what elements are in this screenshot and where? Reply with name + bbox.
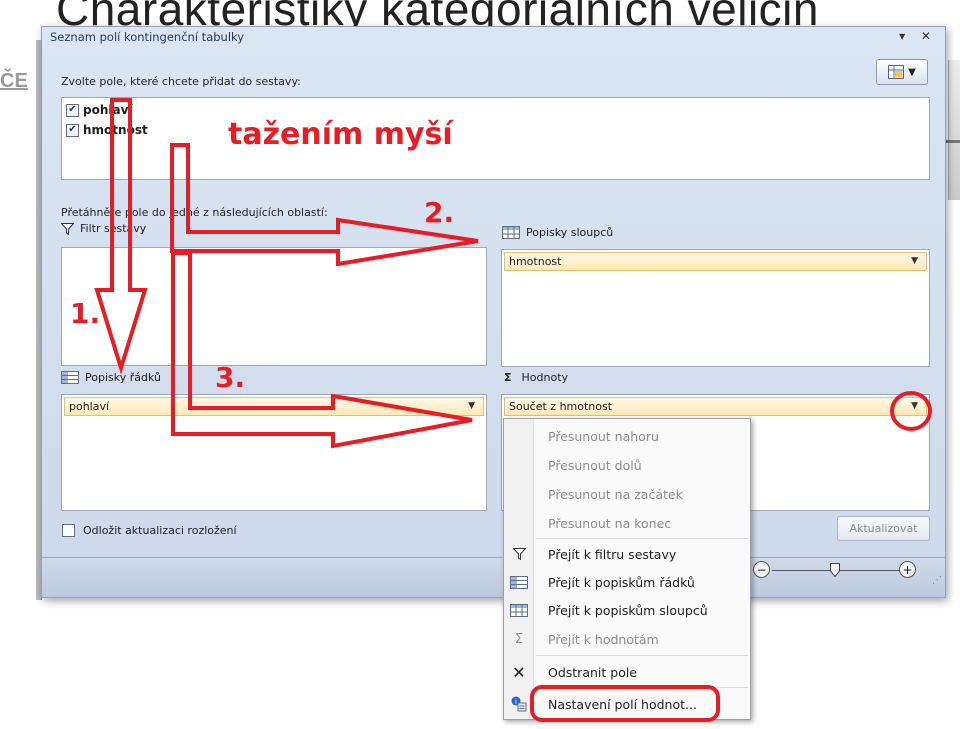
defer-layout-update[interactable]: Odložit aktualizaci rozložení — [62, 524, 237, 537]
background-window-divider — [946, 140, 960, 190]
values-field-pill[interactable]: Součet z hmotnost ▼ — [504, 397, 927, 416]
menu-item-move-up[interactable]: Přesunout nahoru — [504, 424, 750, 448]
area-label-columns: Popisky sloupců — [502, 226, 613, 239]
columns-drop-area[interactable]: hmotnost ▼ — [501, 249, 930, 367]
column-labels-icon — [502, 226, 520, 239]
sigma-icon: Σ — [504, 371, 512, 384]
rows-field-label: pohlaví — [69, 400, 110, 413]
resize-grip-icon[interactable]: ⋰ — [932, 575, 942, 586]
columns-area-label: Popisky sloupců — [526, 226, 614, 239]
zoom-out-icon[interactable]: − — [753, 561, 770, 578]
layout-options-button[interactable]: ▼ — [876, 59, 928, 85]
menu-item-go-to-filter[interactable]: Přejít k filtru sestavy — [504, 542, 750, 566]
annotation-step-1: 1. — [70, 297, 101, 330]
field-checkbox-pohlavi[interactable]: ✔ — [66, 103, 79, 117]
field-settings-icon: i — [511, 696, 527, 712]
menu-item-label: Přejít k filtru sestavy — [548, 546, 677, 562]
field-checkbox-hmotnost[interactable]: ✔ — [66, 123, 79, 137]
area-label-rows: Popisky řádků — [61, 371, 161, 384]
columns-field-pill[interactable]: hmotnost ▼ — [504, 252, 927, 271]
menu-item-label: Přesunout na začátek — [548, 486, 683, 502]
menu-item-label: Přejít k popiskům řádků — [548, 574, 695, 590]
field-label: hmotnost — [83, 123, 148, 137]
chevron-down-icon[interactable]: ▼ — [911, 256, 918, 266]
chevron-down-icon[interactable]: ▼ — [911, 401, 918, 411]
columns-field-label: hmotnost — [509, 255, 562, 268]
rows-drop-area[interactable]: pohlaví ▼ — [61, 394, 487, 511]
filter-drop-area[interactable] — [61, 247, 487, 366]
column-labels-icon — [510, 603, 528, 617]
remove-icon: ✕ — [512, 662, 526, 682]
field-item-hmotnost[interactable]: ✔ hmotnost — [66, 121, 148, 139]
chevron-down-icon: ▼ — [908, 66, 916, 78]
menu-item-label: Přejít k hodnotám — [548, 631, 659, 647]
pivot-field-list-pane: Seznam polí kontingenční tabulky ▾ ✕ Zvo… — [41, 26, 946, 598]
menu-item-label: Přesunout nahoru — [548, 428, 659, 444]
menu-item-go-to-column-labels[interactable]: Přejít k popiskům sloupců — [504, 598, 750, 622]
pane-window-controls[interactable]: ▾ ✕ — [899, 29, 937, 43]
row-labels-icon — [510, 575, 528, 589]
rows-field-pill[interactable]: pohlaví ▼ — [64, 397, 484, 416]
field-item-pohlavi[interactable]: ✔ pohlaví — [66, 101, 133, 119]
menu-item-go-to-values[interactable]: Σ Přejít k hodnotám — [504, 627, 750, 651]
chevron-down-icon[interactable]: ▼ — [468, 401, 475, 411]
menu-item-move-down[interactable]: Přesunout dolů — [504, 453, 750, 477]
sigma-icon: Σ — [514, 631, 524, 647]
menu-separator — [536, 655, 748, 656]
filter-icon — [512, 548, 526, 560]
menu-item-label: Odstranit pole — [548, 664, 638, 680]
rows-area-label: Popisky řádků — [85, 371, 161, 384]
filter-icon — [61, 222, 74, 235]
zoom-slider-thumb[interactable] — [830, 563, 840, 577]
field-context-menu: Přesunout nahoru Přesunout dolů Přesunou… — [503, 418, 751, 720]
filter-area-label: Filtr sestavy — [80, 222, 147, 235]
menu-separator — [536, 687, 748, 688]
annotation-drag-note: tažením myší — [228, 117, 453, 152]
update-button[interactable]: Aktualizovat — [837, 516, 930, 541]
menu-item-label: Přesunout dolů — [548, 457, 642, 473]
defer-layout-label: Odložit aktualizaci rozložení — [83, 524, 237, 537]
menu-separator — [536, 538, 748, 539]
field-list-box: ✔ pohlaví ✔ hmotnost — [61, 97, 930, 180]
area-label-values: Σ Hodnoty — [504, 371, 568, 384]
menu-item-go-to-row-labels[interactable]: Přejít k popiskům řádků — [504, 570, 750, 594]
areas-instruction: Přetáhněte pole do jedné z následujících… — [61, 206, 328, 219]
background-heading-fragment: ČE — [0, 70, 28, 92]
menu-item-label: Nastavení polí hodnot... — [548, 696, 697, 712]
layout-icon — [888, 65, 905, 79]
field-label: pohlaví — [83, 103, 133, 117]
zoom-in-icon[interactable]: + — [899, 561, 916, 578]
menu-item-remove-field[interactable]: ✕ Odstranit pole — [504, 660, 750, 684]
menu-item-label: Přejít k popiskům sloupců — [548, 602, 708, 618]
area-label-filter: Filtr sestavy — [61, 222, 146, 235]
annotation-step-2: 2. — [424, 196, 455, 229]
field-list-instruction: Zvolte pole, které chcete přidat do sest… — [61, 75, 301, 88]
status-bar — [42, 557, 945, 597]
values-area-label: Hodnoty — [521, 371, 569, 384]
pane-title: Seznam polí kontingenční tabulky — [50, 30, 245, 44]
annotation-step-3: 3. — [215, 361, 246, 394]
menu-item-move-to-end[interactable]: Přesunout na konec — [504, 511, 750, 535]
menu-item-move-to-start[interactable]: Přesunout na začátek — [504, 482, 750, 506]
menu-item-value-field-settings[interactable]: i Nastavení polí hodnot... — [504, 692, 750, 716]
menu-item-label: Přesunout na konec — [548, 515, 672, 531]
row-labels-icon — [61, 371, 79, 384]
values-field-label: Součet z hmotnost — [509, 400, 613, 413]
svg-text:i: i — [515, 698, 517, 706]
defer-layout-checkbox[interactable] — [62, 524, 75, 537]
